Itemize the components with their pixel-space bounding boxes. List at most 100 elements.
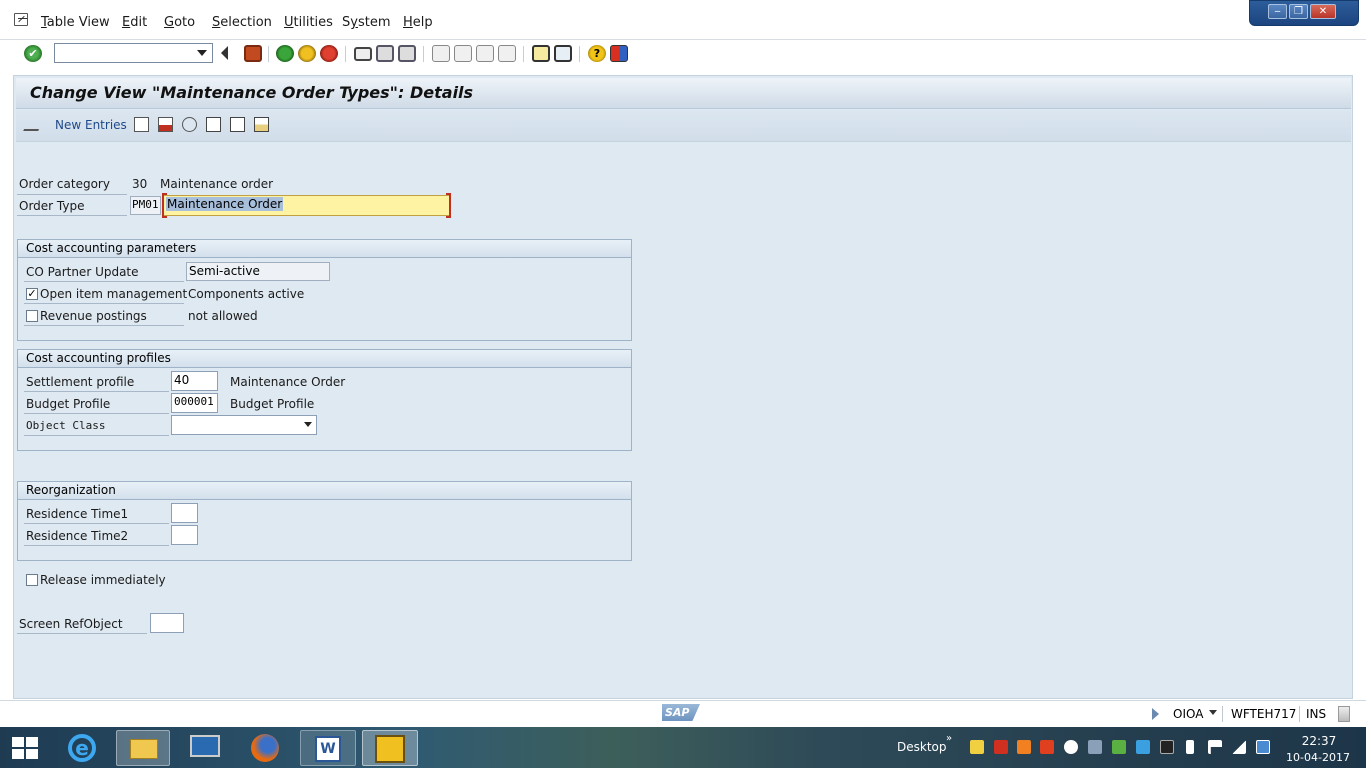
word-icon[interactable]: W — [300, 730, 356, 766]
tray-volume-muted-icon[interactable] — [994, 740, 1008, 754]
order-type-field: PM01 — [130, 196, 161, 215]
label-underline — [24, 391, 169, 392]
tray-media-icon[interactable] — [1160, 740, 1174, 754]
chevron-down-icon[interactable] — [197, 50, 207, 56]
next-page-icon[interactable] — [476, 45, 494, 62]
new-entries-button[interactable]: New Entries — [55, 118, 127, 132]
cost-profiles-title: Cost accounting profiles — [18, 350, 631, 368]
menu-utilities[interactable]: Utilities — [284, 15, 333, 30]
order-category-label: Order category — [19, 177, 110, 191]
budget-field[interactable]: 000001 — [171, 393, 218, 413]
windows-start-icon[interactable] — [10, 735, 40, 761]
screen-refobject-field[interactable] — [150, 613, 184, 633]
menu-edit[interactable]: Edit — [122, 15, 147, 30]
tray-sync-icon[interactable] — [970, 740, 984, 754]
co-partner-label: CO Partner Update — [26, 265, 139, 279]
undo-change-icon[interactable] — [182, 117, 197, 132]
print-icon[interactable] — [354, 47, 372, 61]
copy-as-icon[interactable] — [134, 117, 149, 132]
restore-button[interactable]: ❐ — [1289, 4, 1308, 19]
residence-time1-field[interactable] — [171, 503, 198, 523]
residence-time2-field[interactable] — [171, 525, 198, 545]
status-expand-icon[interactable] — [1152, 708, 1159, 720]
exit-icon[interactable] — [298, 45, 316, 62]
create-session-icon[interactable] — [532, 45, 550, 62]
menu-table-view[interactable]: Table View — [41, 15, 110, 30]
menu-goto[interactable]: Goto — [164, 15, 195, 30]
window-controls: ‒ ❐ ✕ — [1249, 0, 1359, 26]
status-separator — [1222, 706, 1223, 722]
settlement-label: Settlement profile — [26, 375, 135, 389]
sap-logon-icon[interactable] — [362, 730, 418, 766]
tray-display-icon[interactable] — [1256, 740, 1270, 754]
co-partner-field[interactable]: Semi-active — [186, 262, 330, 281]
menu-system[interactable]: System — [342, 15, 391, 30]
label-underline — [24, 523, 169, 524]
chevron-down-icon[interactable] — [304, 422, 312, 427]
revenue-checkbox[interactable] — [26, 310, 38, 322]
back-icon[interactable] — [276, 45, 294, 62]
tray-app-icon[interactable] — [1017, 740, 1031, 754]
label-underline — [24, 325, 184, 326]
tray-network-icon[interactable] — [1088, 740, 1102, 754]
tray-signal-icon[interactable] — [1232, 740, 1246, 754]
find-next-icon[interactable] — [398, 45, 416, 62]
chevron-down-icon[interactable] — [1209, 710, 1217, 715]
file-explorer-icon[interactable] — [116, 730, 170, 766]
object-class-dropdown[interactable] — [171, 415, 317, 435]
screen-refobject-label: Screen RefObject — [19, 617, 123, 631]
toolbar-expand-icon[interactable]: » — [946, 733, 952, 744]
next-entry-icon[interactable] — [230, 117, 245, 132]
firefox-icon[interactable] — [242, 730, 290, 766]
previous-page-icon[interactable] — [454, 45, 472, 62]
internet-explorer-icon[interactable]: e — [62, 730, 102, 766]
save-icon[interactable] — [244, 45, 262, 62]
menu-bar — [0, 0, 1366, 40]
menu-selection[interactable]: Selection — [212, 15, 272, 30]
label-underline — [24, 413, 169, 414]
open-item-checkbox[interactable]: ✓ — [26, 288, 38, 300]
toolbar-separator — [523, 46, 524, 62]
object-class-label: Object Class — [26, 419, 106, 432]
release-immediately-checkbox[interactable] — [26, 574, 38, 586]
clock-time[interactable]: 22:37 — [1296, 734, 1342, 748]
enter-checkmark-icon[interactable]: ✔ — [24, 45, 42, 62]
last-page-icon[interactable] — [498, 45, 516, 62]
tray-security-icon[interactable] — [1040, 740, 1054, 754]
order-type-text-field[interactable]: Maintenance Order — [163, 195, 451, 216]
customize-layout-icon[interactable] — [610, 45, 628, 62]
tray-shield-icon[interactable] — [1112, 740, 1126, 754]
select-all-icon[interactable] — [254, 117, 269, 132]
settlement-field[interactable]: 40 — [171, 371, 218, 391]
order-type-label: Order Type — [19, 199, 85, 213]
clock-date[interactable]: 10-04-2017 — [1284, 751, 1352, 764]
tray-cloud-icon[interactable] — [1064, 740, 1078, 754]
lenovo-app-icon[interactable] — [180, 730, 230, 766]
settlement-text: Maintenance Order — [230, 375, 346, 389]
menu-help[interactable]: Help — [403, 15, 433, 30]
focus-bracket-left — [162, 193, 167, 218]
revenue-text: not allowed — [188, 309, 258, 323]
toolbar-separator — [579, 46, 580, 62]
expand-command-icon[interactable] — [221, 46, 228, 60]
order-category-value: 30 — [132, 177, 148, 191]
help-icon[interactable]: ? — [588, 45, 606, 62]
delete-icon[interactable] — [158, 117, 173, 132]
system-menu-icon[interactable] — [14, 13, 28, 26]
shortcut-icon[interactable] — [554, 45, 572, 62]
server-name: WFTEH717 — [1231, 707, 1297, 721]
minimize-button[interactable]: ‒ — [1268, 4, 1287, 19]
first-page-icon[interactable] — [432, 45, 450, 62]
residence-time1-label: Residence Time1 — [26, 507, 129, 521]
find-icon[interactable] — [376, 45, 394, 62]
desktop-toolbar-label[interactable]: Desktop — [897, 740, 947, 754]
tray-battery-icon[interactable] — [1186, 740, 1194, 754]
previous-entry-icon[interactable] — [206, 117, 221, 132]
status-grip-icon[interactable] — [1338, 706, 1350, 722]
label-underline — [24, 435, 169, 436]
tray-bluetooth-icon[interactable] — [1136, 740, 1150, 754]
cancel-icon[interactable] — [320, 45, 338, 62]
command-field[interactable] — [54, 43, 213, 63]
open-item-label: Open item management — [40, 287, 188, 301]
close-button[interactable]: ✕ — [1310, 4, 1336, 19]
